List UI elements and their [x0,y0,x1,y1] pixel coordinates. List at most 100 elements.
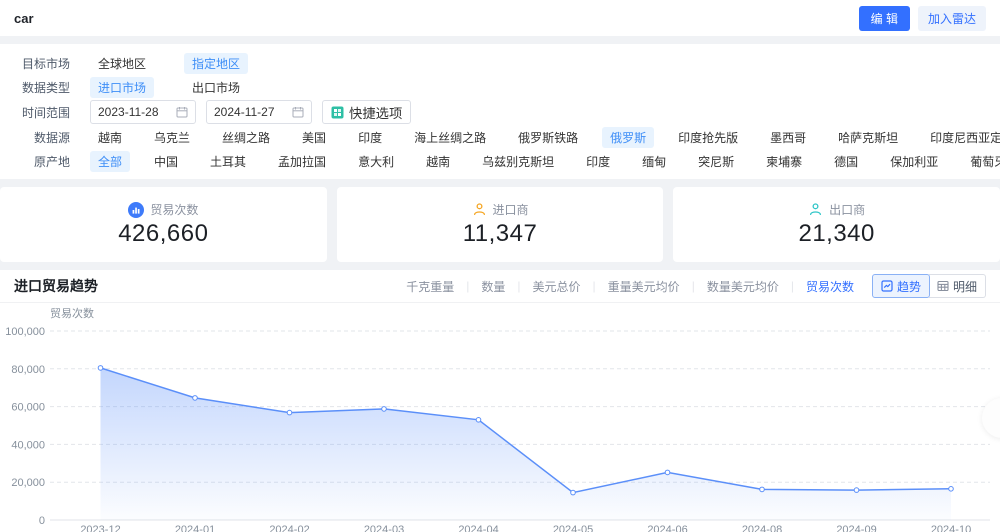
svg-text:2024-02: 2024-02 [269,524,309,532]
metric-tab[interactable]: 数量 [481,278,505,295]
svg-text:2024-04: 2024-04 [458,524,498,532]
filter-row-data-type: 数据类型 进口市场 出口市场 [0,75,1000,99]
chart-title: 进口贸易趋势 [14,278,98,294]
metric-tab[interactable]: 千克重量 [406,278,454,295]
svg-text:贸易次数: 贸易次数 [50,306,94,320]
filter-option[interactable]: 越南 [418,151,458,172]
calendar-icon [176,107,188,118]
quick-options-button[interactable]: 快捷选项 [322,100,412,124]
metric-separator: | [691,279,695,293]
filter-label: 数据类型 [21,80,70,95]
trend-chart-card: 进口贸易趋势 千克重量 | 数量 | 美元总价 | 重量美元均价 | 数量美元均价 | 贸易次数 趋势… [0,270,1000,532]
svg-text:2024-01: 2024-01 [175,524,215,532]
filter-option[interactable]: 印度 [350,127,390,148]
filter-label: 目标市场 [21,56,70,71]
calendar-icon [292,107,304,118]
metric-separator: | [466,279,470,293]
filter-option[interactable]: 柬埔寨 [758,151,810,172]
end-date-value: 2024-11-27 [214,105,275,119]
svg-text:2024-08: 2024-08 [742,524,782,532]
filter-option[interactable]: 进口市场 [90,76,155,98]
stat-value: 21,340 [798,220,875,247]
stat-card-exporters: 出口商 21,340 [673,187,1000,262]
metric-tab[interactable]: 美元总价 [533,278,581,295]
filter-option[interactable]: 出口市场 [184,77,248,98]
svg-text:2023-12: 2023-12 [80,524,120,532]
svg-text:2024-06: 2024-06 [647,524,687,532]
filter-option[interactable]: 印度 [578,151,618,172]
filter-row-origin: 原产地 全部 中国 土耳其 孟加拉国 意大利 越南 乌兹别克斯坦 印度 缅甸 突尼斯 柬埔寨 德国 保加… [0,149,1000,173]
bar-chart-icon [128,201,145,218]
filter-row-data-source: 数据源 越南 乌克兰 丝绸之路 美国 印度 海上丝绸之路 俄罗斯铁路 俄罗斯 印度抢先版 墨西哥哈… [0,125,1000,149]
stat-cards: 贸易次数 426,660 进口商 11,347 出口商 21,340 [0,187,1000,262]
filter-option[interactable]: 乌兹别克斯坦 [474,151,562,172]
filter-option[interactable]: 中国 [146,151,186,172]
filter-option[interactable]: 越南 [90,127,130,148]
start-date-value: 2023-11-28 [98,105,159,119]
filter-option[interactable]: 意大利 [350,151,402,172]
chart-header: 进口贸易趋势 千克重量 | 数量 | 美元总价 | 重量美元均价 | 数量美元均价 | 贸易次数 趋势… [0,270,1000,303]
filter-option[interactable]: 全部 [90,150,131,172]
filter-option[interactable]: 俄罗斯 [602,126,655,148]
filter-label: 数据源 [33,130,70,145]
data-type-options: 进口市场 出口市场 [90,76,1000,98]
quick-options-label: 快捷选项 [349,105,403,121]
stat-value: 11,347 [462,220,538,247]
filter-option[interactable]: 印度抢先版 [670,127,746,148]
filter-option[interactable]: 乌克兰 [146,127,198,148]
filter-option[interactable]: 美国 [294,127,334,148]
filter-option[interactable]: 德国 [826,151,866,172]
stat-header: 贸易次数 [128,201,198,218]
exporter-icon [808,202,823,217]
filter-option[interactable]: 保加利亚 [882,151,946,172]
filter-option[interactable]: 缅甸 [634,151,674,172]
edit-button[interactable]: 编 辑 [858,5,910,31]
svg-text:0: 0 [39,515,45,527]
filter-option[interactable]: 葡萄牙 [962,151,1000,172]
end-date-input[interactable]: 2024-11-27 [206,100,312,124]
stat-label: 出口商 [829,203,866,217]
table-icon [937,280,949,292]
metric-tab[interactable]: 数量美元均价 [707,278,779,295]
filter-option[interactable]: 哈萨克斯坦 [830,127,906,148]
filter-option[interactable]: 印度尼西亚定制版 [922,127,1000,148]
filter-option[interactable]: 丝绸之路 [214,127,278,148]
metric-tab[interactable]: 重量美元均价 [608,278,680,295]
svg-text:60,000: 60,000 [11,402,45,414]
filter-option[interactable]: 指定地区 [184,52,249,74]
stat-header: 出口商 [808,201,865,218]
stat-header: 进口商 [472,201,529,218]
time-range-controls: 2023-11-28 2024-11-27 快捷选项 [90,100,1000,124]
area-chart[interactable]: 贸易次数 0 20,000 40,000 60,000 80,000 100,000 2023… [0,303,1000,532]
filter-panel: 目标市场 全球地区 指定地区 数据类型 进口市场 出口市场 时间范围 2023-11… [0,44,1000,179]
data-source-options: 越南 乌克兰 丝绸之路 美国 印度 海上丝绸之路 俄罗斯铁路 俄罗斯 印度抢先版 墨西哥 哈萨克斯坦… [90,126,1000,148]
trend-view-button[interactable]: 趋势 [871,274,930,298]
filter-option[interactable]: 突尼斯 [690,151,742,172]
filter-label: 原产地 [33,154,70,169]
filter-option[interactable]: 海上丝绸之路 [406,127,494,148]
svg-text:80,000: 80,000 [11,364,45,376]
svg-text:2024-10: 2024-10 [931,524,971,532]
svg-text:20,000: 20,000 [11,477,45,489]
trend-chart: 贸易次数 0 20,000 40,000 60,000 80,000 100,000 2023… [0,303,1000,532]
metric-tab[interactable]: 贸易次数 [806,278,854,295]
trend-chart-icon [881,280,893,292]
filter-option[interactable]: 俄罗斯铁路 [510,127,586,148]
detail-view-button[interactable]: 明细 [928,274,986,298]
filter-option[interactable]: 墨西哥 [762,127,814,148]
view-toggle-group: 趋势 明细 [871,274,986,298]
top-bar: car 编 辑 加入雷达 [0,0,1000,36]
filter-option[interactable]: 孟加拉国 [270,151,334,172]
svg-text:2024-03: 2024-03 [364,524,404,532]
quick-options-icon [331,106,344,118]
stat-card-trades: 贸易次数 426,660 [0,187,327,262]
stat-value: 426,660 [118,220,209,247]
filter-option[interactable]: 土耳其 [202,151,254,172]
metric-separator: | [517,279,521,293]
start-date-input[interactable]: 2023-11-28 [90,100,196,124]
filter-option[interactable]: 全球地区 [90,53,154,74]
add-to-radar-button[interactable]: 加入雷达 [917,5,986,31]
view-button-label: 明细 [952,279,977,294]
stat-label: 进口商 [492,203,529,217]
target-market-options: 全球地区 指定地区 [90,52,1000,74]
